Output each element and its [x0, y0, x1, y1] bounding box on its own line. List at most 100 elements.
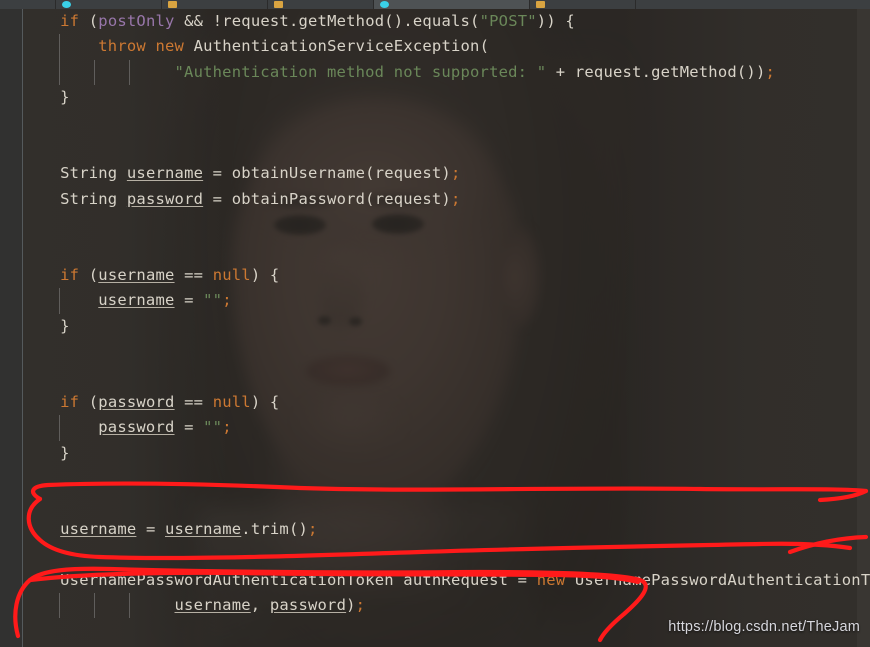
editor-tab-2[interactable]: [162, 0, 268, 9]
code-keyword: if: [60, 12, 80, 30]
code-line[interactable]: password = "";: [22, 415, 870, 441]
code-token: ;: [222, 418, 232, 437]
code-variable: username: [165, 519, 242, 538]
indent-guide: [58, 288, 60, 314]
editor-tab-1[interactable]: [56, 0, 162, 9]
code-token: = obtainPassword(request): [203, 189, 451, 208]
indent-guide: [93, 59, 95, 86]
indent-guide: [58, 59, 60, 86]
editor-gutter[interactable]: [0, 9, 23, 647]
code-token: ;: [450, 164, 461, 183]
code-line[interactable]: if (postOnly && !request.getMethod().equ…: [22, 9, 870, 34]
vertical-scrollbar[interactable]: [857, 9, 870, 647]
code-line[interactable]: [22, 491, 870, 516]
code-token: ;: [355, 595, 366, 614]
code-line[interactable]: [22, 364, 870, 389]
code-token: String: [60, 189, 127, 208]
code-token: ;: [765, 62, 776, 81]
code-keyword: new: [155, 37, 185, 56]
code-line[interactable]: }: [22, 441, 870, 466]
code-token: UsernamePasswordAuthenticationToken(: [574, 570, 870, 589]
code-line[interactable]: [22, 339, 870, 364]
indent-guide: [58, 34, 60, 60]
code-token: }: [60, 443, 70, 462]
editor-tab-4[interactable]: [374, 0, 530, 9]
code-token: (: [79, 265, 99, 284]
code-token: ): [346, 595, 356, 614]
editor-tab-0[interactable]: [0, 0, 56, 9]
code-token: UsernamePasswordAuthenticationToken auth…: [60, 570, 537, 589]
code-token: .trim(): [241, 519, 309, 538]
code-token: && !request.getMethod().equals(: [174, 12, 480, 30]
code-line[interactable]: username, password);: [22, 592, 870, 619]
code-line[interactable]: String password = obtainPassword(request…: [22, 187, 870, 212]
code-content[interactable]: if (postOnly && !request.getMethod().equ…: [22, 9, 870, 647]
indent-guide: [58, 415, 60, 441]
code-token: (: [79, 12, 99, 30]
code-variable: username: [126, 164, 204, 183]
code-token: )) {: [536, 12, 575, 30]
code-line[interactable]: if (password == null) {: [22, 390, 870, 415]
code-line[interactable]: }: [22, 314, 870, 339]
code-line[interactable]: String username = obtainUsername(request…: [22, 161, 870, 186]
editor-tab-5[interactable]: [530, 0, 636, 9]
code-keyword: if: [60, 392, 80, 411]
code-editor[interactable]: if (postOnly && !request.getMethod().equ…: [0, 9, 870, 647]
code-line[interactable]: throw new AuthenticationServiceException…: [22, 34, 870, 60]
java-class-icon: [62, 1, 71, 8]
code-variable: username: [60, 519, 137, 538]
code-line[interactable]: [22, 466, 870, 491]
editor-tab-bar[interactable]: [0, 0, 870, 9]
code-line[interactable]: [22, 542, 870, 567]
code-line[interactable]: [22, 111, 870, 136]
code-string: "": [203, 418, 223, 437]
code-line[interactable]: if (username == null) {: [22, 263, 870, 288]
code-token: ) {: [250, 265, 280, 284]
code-token: postOnly: [98, 12, 175, 30]
code-token: (: [79, 392, 99, 411]
code-token: }: [60, 316, 70, 335]
code-line[interactable]: username = username.trim();: [22, 517, 870, 542]
code-line[interactable]: [22, 212, 870, 237]
code-token: AuthenticationServiceException(: [184, 37, 490, 56]
code-token: ) {: [250, 392, 280, 411]
code-keyword: throw: [98, 37, 146, 56]
code-token: =: [174, 418, 204, 437]
indent-guide: [128, 592, 130, 619]
code-token: ;: [308, 519, 318, 538]
editor-tab-3[interactable]: [268, 0, 374, 9]
code-line[interactable]: "Authentication method not supported: " …: [22, 59, 870, 86]
java-file-icon: [536, 1, 545, 8]
code-keyword: if: [60, 265, 80, 284]
ide-editor-screenshot: if (postOnly && !request.getMethod().equ…: [0, 0, 870, 647]
code-string: "Authentication method not supported: ": [174, 62, 547, 81]
code-line[interactable]: [22, 238, 870, 263]
code-line[interactable]: UsernamePasswordAuthenticationToken auth…: [22, 568, 870, 593]
code-token: + request.getMethod()): [546, 62, 766, 81]
code-token: String: [60, 164, 127, 183]
code-line[interactable]: [22, 136, 870, 161]
code-line[interactable]: username = "";: [22, 288, 870, 314]
code-token: = obtainUsername(request): [203, 164, 451, 183]
indent-guide: [128, 59, 130, 86]
code-line[interactable]: }: [22, 85, 870, 110]
code-variable: password: [269, 595, 347, 614]
java-file-icon: [168, 1, 177, 8]
code-token: ==: [174, 265, 213, 284]
code-keyword: new: [536, 570, 566, 589]
code-token: ,: [250, 595, 270, 614]
code-variable: password: [98, 392, 175, 411]
code-variable: username: [174, 595, 251, 614]
